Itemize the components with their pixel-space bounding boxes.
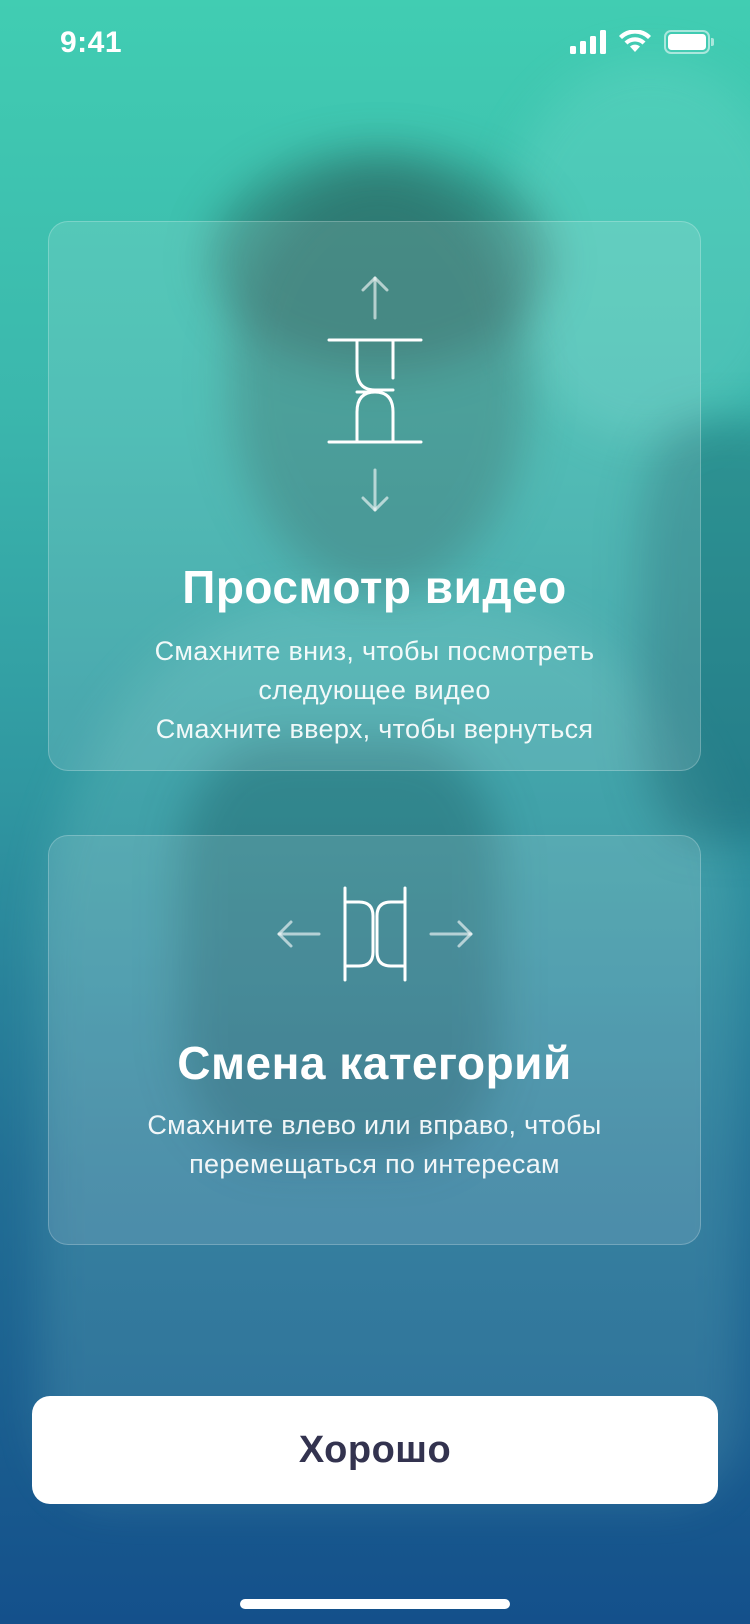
ok-button[interactable]: Хорошо bbox=[32, 1396, 718, 1504]
card-description-line: Смахните влево или вправо, чтобы bbox=[147, 1110, 602, 1140]
card-category-switching: Смена категорий Смахните влево или вправ… bbox=[48, 835, 701, 1245]
card-description-line: Смахните вниз, чтобы посмотреть bbox=[154, 636, 595, 666]
swipe-vertical-icon bbox=[327, 276, 422, 512]
card-description: Смахните вниз, чтобы посмотреть следующе… bbox=[69, 632, 680, 749]
signal-icon bbox=[570, 30, 606, 54]
card-description-line: Смахните вверх, чтобы вернуться bbox=[155, 714, 594, 744]
card-title: Просмотр видео bbox=[182, 561, 567, 613]
wifi-icon bbox=[619, 30, 651, 52]
card-description-line: следующее видео bbox=[258, 675, 491, 705]
card-title: Смена категорий bbox=[177, 1037, 572, 1089]
status-bar: 9:41 bbox=[0, 0, 750, 90]
status-icons bbox=[570, 30, 714, 54]
swipe-horizontal-icon bbox=[277, 886, 472, 982]
card-description-line: перемещаться по интересам bbox=[189, 1149, 560, 1179]
home-indicator[interactable] bbox=[240, 1599, 510, 1609]
card-video-viewing: Просмотр видео Смахните вниз, чтобы посм… bbox=[48, 221, 701, 771]
battery-icon bbox=[664, 30, 714, 54]
status-time: 9:41 bbox=[60, 26, 123, 59]
card-description: Смахните влево или вправо, чтобы перемещ… bbox=[69, 1106, 680, 1184]
